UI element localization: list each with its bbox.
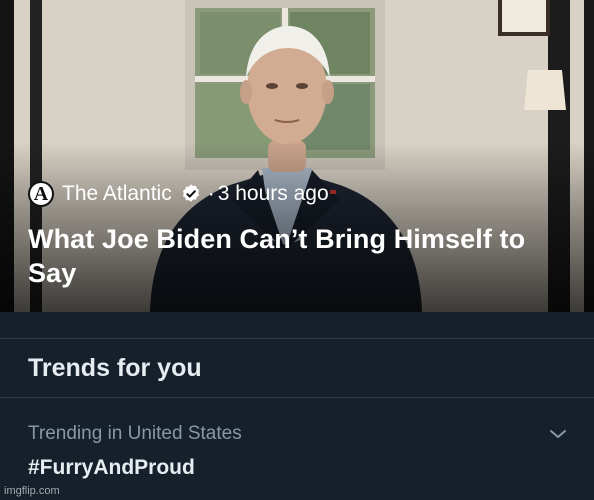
trend-context: Trending in United States [28, 423, 242, 444]
article-headline[interactable]: What Joe Biden Can’t Bring Himself to Sa… [28, 222, 528, 290]
imgflip-watermark: imgflip.com [4, 485, 60, 497]
article-timestamp: 3 hours ago [217, 182, 329, 205]
trends-header: Trends for you [0, 338, 594, 398]
trend-hashtag[interactable]: #FurryAndProud [28, 454, 195, 482]
trend-item[interactable]: Trending in United States #FurryAndProud [0, 398, 594, 500]
trends-panel: Trends for you Trending in United States… [0, 312, 594, 500]
publisher-name[interactable]: The Atlantic [62, 180, 172, 208]
verified-badge-icon [180, 183, 202, 205]
atlantic-logo-icon[interactable]: A [28, 181, 54, 207]
chevron-down-icon[interactable] [546, 424, 570, 444]
meta-separator: · [207, 182, 215, 205]
news-article-card[interactable]: A The Atlantic · 3 hours ago What Joe Bi… [0, 0, 594, 312]
article-meta: A The Atlantic · 3 hours ago [28, 180, 329, 208]
screen: A The Atlantic · 3 hours ago What Joe Bi… [0, 0, 594, 500]
trends-heading: Trends for you [28, 354, 202, 382]
